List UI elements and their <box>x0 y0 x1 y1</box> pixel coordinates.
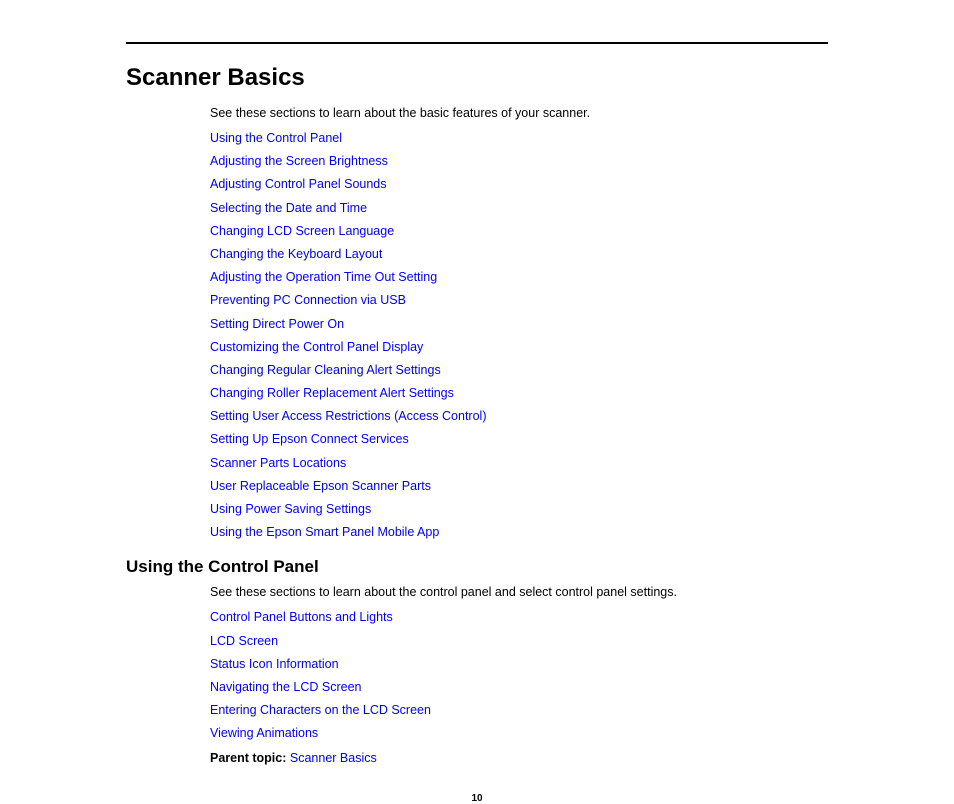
topic-link[interactable]: Adjusting Control Panel Sounds <box>210 177 387 191</box>
topic-link[interactable]: User Replaceable Epson Scanner Parts <box>210 479 431 493</box>
topic-link[interactable]: LCD Screen <box>210 634 278 648</box>
page-number: 10 <box>126 793 828 804</box>
topic-link[interactable]: Status Icon Information <box>210 657 339 671</box>
parent-topic-label: Parent topic: <box>210 751 290 765</box>
topic-link[interactable]: Changing Regular Cleaning Alert Settings <box>210 363 441 377</box>
topic-link[interactable]: Using Power Saving Settings <box>210 502 371 516</box>
topic-link[interactable]: Navigating the LCD Screen <box>210 680 361 694</box>
topic-link[interactable]: Changing the Keyboard Layout <box>210 247 382 261</box>
topic-link[interactable]: Using the Epson Smart Panel Mobile App <box>210 525 439 539</box>
topic-link[interactable]: Selecting the Date and Time <box>210 201 367 215</box>
topic-link[interactable]: Viewing Animations <box>210 726 318 740</box>
topic-link[interactable]: Preventing PC Connection via USB <box>210 293 406 307</box>
topic-link[interactable]: Customizing the Control Panel Display <box>210 340 423 354</box>
topic-link[interactable]: Setting User Access Restrictions (Access… <box>210 409 486 423</box>
topic-link[interactable]: Entering Characters on the LCD Screen <box>210 703 431 717</box>
topic-link[interactable]: Using the Control Panel <box>210 131 342 145</box>
page-title: Scanner Basics <box>126 64 828 92</box>
topic-links-secondary: Control Panel Buttons and Lights LCD Scre… <box>210 605 828 744</box>
topic-link[interactable]: Adjusting the Operation Time Out Setting <box>210 270 437 284</box>
horizontal-rule <box>126 42 828 44</box>
topic-link[interactable]: Adjusting the Screen Brightness <box>210 154 388 168</box>
parent-topic-link[interactable]: Scanner Basics <box>290 751 377 765</box>
topic-links-primary: Using the Control Panel Adjusting the Scr… <box>210 126 828 543</box>
topic-link[interactable]: Control Panel Buttons and Lights <box>210 610 393 624</box>
intro-text: See these sections to learn about the ba… <box>210 106 828 120</box>
topic-link[interactable]: Setting Up Epson Connect Services <box>210 432 409 446</box>
topic-link[interactable]: Setting Direct Power On <box>210 317 344 331</box>
document-page: Scanner Basics See these sections to lea… <box>0 0 954 804</box>
parent-topic: Parent topic: Scanner Basics <box>210 751 828 765</box>
topic-link[interactable]: Scanner Parts Locations <box>210 456 346 470</box>
topic-link[interactable]: Changing Roller Replacement Alert Settin… <box>210 386 454 400</box>
section-intro-text: See these sections to learn about the co… <box>210 585 828 599</box>
topic-link[interactable]: Changing LCD Screen Language <box>210 224 394 238</box>
section-heading: Using the Control Panel <box>126 557 828 577</box>
